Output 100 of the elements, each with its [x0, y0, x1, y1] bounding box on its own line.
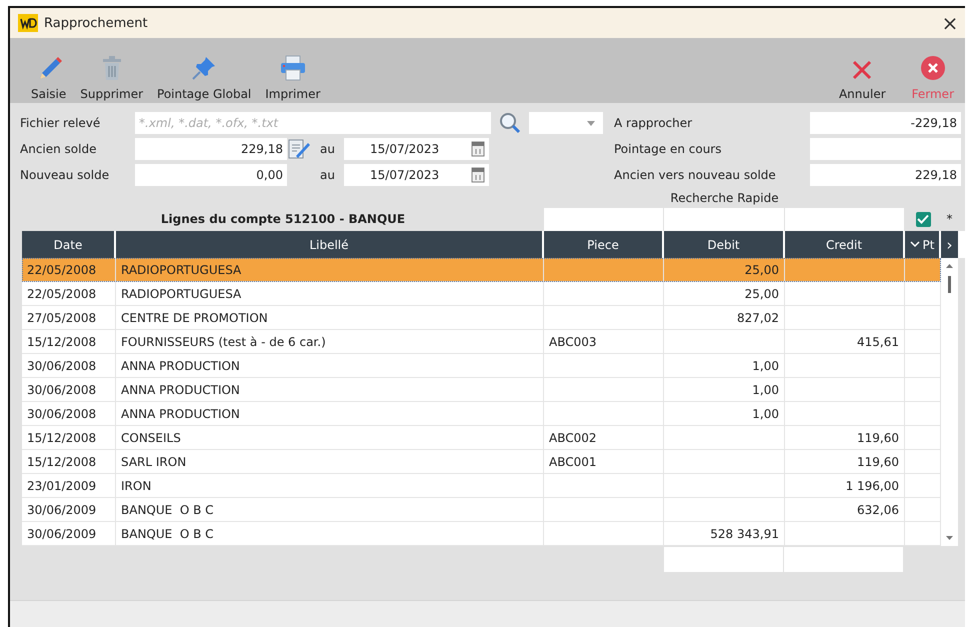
dropdown[interactable]	[529, 112, 603, 134]
table-row[interactable]: 27/05/2008 CENTRE DE PROMOTION 827,02	[22, 306, 941, 330]
table-cell: ABC003	[544, 330, 664, 353]
scroll-up-icon	[946, 264, 953, 268]
amount-field[interactable]: 0,00	[135, 164, 287, 186]
amount-field[interactable]: 229,18	[810, 164, 961, 186]
field-label: Ancien solde	[20, 142, 98, 156]
field-label: Ancien vers nouveau solde	[614, 168, 777, 182]
toolbar-button[interactable]: Saisie	[24, 55, 74, 101]
table-row[interactable]: 15/12/2008 CONSEILS ABC002 119,60	[22, 426, 941, 450]
table-cell: 30/06/2009	[22, 522, 116, 545]
table-cell: 30/06/2008	[22, 354, 116, 377]
field-label: Fichier relevé	[20, 116, 102, 130]
table-cell: ANNA PRODUCTION	[116, 402, 544, 425]
quick-search-field[interactable]	[664, 208, 784, 230]
toolbar-button[interactable]: Imprimer	[258, 55, 328, 101]
caret-icon	[587, 120, 595, 126]
check-icon	[917, 214, 929, 224]
table-cell: 30/06/2008	[22, 402, 116, 425]
pushpin-icon	[191, 55, 218, 81]
amount-field[interactable]: 229,18	[135, 138, 287, 160]
app-logo-icon	[18, 14, 38, 32]
table-row[interactable]: 30/06/2009 BANQUE O B C 632,06	[22, 498, 941, 522]
table-row[interactable]: 23/01/2009 IRON 1 196,00	[22, 474, 941, 498]
table-cell: 119,60	[785, 426, 905, 449]
field-label: Pointage en cours	[614, 142, 722, 156]
close-button[interactable]: ×	[935, 11, 965, 35]
table-row[interactable]: 30/06/2008 ANNA PRODUCTION 1,00	[22, 378, 941, 402]
table-cell: 22/05/2008	[22, 258, 116, 281]
table-cell: 23/01/2009	[22, 474, 116, 497]
table-row[interactable]: 22/05/2008 RADIOPORTUGUESA 25,00	[22, 258, 941, 282]
file-field[interactable]: *.xml, *.dat, *.ofx, *.txt	[135, 112, 491, 134]
table-cell: CONSEILS	[116, 426, 544, 449]
table-row[interactable]: 15/12/2008 FOURNISSEURS (test à - de 6 car.) ABC003 415,61	[22, 330, 941, 354]
table-cell: BANQUE O B C	[116, 498, 544, 521]
table-title: Lignes du compte 512100 - BANQUE	[160, 212, 406, 226]
table-row[interactable]: 30/06/2008 ANNA PRODUCTION 1,00	[22, 354, 941, 378]
field-label: Nouveau solde	[20, 168, 110, 182]
table-cell: FOURNISSEURS (test à - de 6 car.)	[116, 330, 544, 353]
column-header[interactable]: Debit	[664, 231, 783, 258]
table-cell: 27/05/2008	[22, 306, 116, 329]
table-cell: 15/12/2008	[22, 450, 116, 473]
close-icon	[851, 59, 874, 81]
scroll-thumb[interactable]	[948, 276, 951, 293]
trash-icon	[100, 55, 123, 81]
table-row[interactable]: 30/06/2008 ANNA PRODUCTION 1,00	[22, 402, 941, 426]
close-icon	[920, 55, 946, 81]
table-cell: 1,00	[664, 378, 785, 401]
field-label: A rapprocher	[614, 116, 694, 130]
column-header[interactable]: Credit	[785, 231, 903, 258]
table-cell: 827,02	[664, 306, 785, 329]
scroll-down-icon	[946, 536, 953, 540]
amount-field[interactable]: -229,18	[810, 112, 961, 134]
table-cell: 25,00	[664, 258, 785, 281]
calendar-icon	[471, 167, 485, 183]
checkbox[interactable]	[916, 212, 930, 226]
table-cell: 632,06	[785, 498, 905, 521]
column-header[interactable]: Piece	[544, 231, 662, 258]
toolbar-button[interactable]: Annuler	[832, 59, 893, 101]
column-header[interactable]: Date	[22, 231, 114, 258]
table-cell: 15/12/2008	[22, 330, 116, 353]
table-cell: ANNA PRODUCTION	[116, 354, 544, 377]
window-title: Rapprochement	[44, 16, 148, 30]
search-icon	[499, 112, 521, 134]
table-cell: BANQUE O B C	[116, 522, 544, 545]
table-cell: 119,60	[785, 450, 905, 473]
table-row[interactable]: 22/05/2008 RADIOPORTUGUESA 25,00	[22, 282, 941, 306]
date-field[interactable]: 15/07/2023	[344, 164, 489, 186]
table-cell: RADIOPORTUGUESA	[116, 282, 544, 305]
table-cell: 1,00	[664, 402, 785, 425]
table-cell: SARL IRON	[116, 450, 544, 473]
column-header[interactable]: Pt	[905, 231, 939, 258]
table-row[interactable]: 15/12/2008 SARL IRON ABC001 119,60	[22, 450, 941, 474]
table-row[interactable]: 30/06/2009 BANQUE O B C 528 343,91	[22, 522, 941, 546]
calendar-icon	[471, 141, 485, 157]
table-cell: 30/06/2009	[22, 498, 116, 521]
table-cell: ANNA PRODUCTION	[116, 378, 544, 401]
table-cell: 25,00	[664, 282, 785, 305]
next-column-button[interactable]: ›	[941, 231, 958, 258]
quick-search-label: Recherche Rapide	[669, 191, 780, 205]
table-cell: 22/05/2008	[22, 282, 116, 305]
field-label: au	[319, 168, 336, 182]
marker: *	[946, 212, 954, 226]
table-cell: ABC001	[544, 450, 664, 473]
date-field[interactable]: 15/07/2023	[344, 138, 489, 160]
quick-search-field[interactable]	[544, 208, 663, 230]
table-cell: 15/12/2008	[22, 426, 116, 449]
toolbar-button[interactable]: Supprimer	[73, 55, 150, 101]
printer-icon	[278, 55, 307, 81]
notepad-pencil-icon	[288, 138, 310, 160]
table-cell: 528 343,91	[664, 522, 785, 545]
quick-search-field[interactable]	[785, 208, 904, 230]
table-cell: IRON	[116, 474, 544, 497]
column-header[interactable]: Libellé	[116, 231, 542, 258]
table-cell: RADIOPORTUGUESA	[116, 258, 544, 281]
amount-field[interactable]	[810, 138, 961, 160]
chevron-down-icon	[910, 241, 920, 248]
table-cell: 415,61	[785, 330, 905, 353]
toolbar-button[interactable]: Pointage Global	[150, 55, 258, 101]
table-cell: 1,00	[664, 354, 785, 377]
